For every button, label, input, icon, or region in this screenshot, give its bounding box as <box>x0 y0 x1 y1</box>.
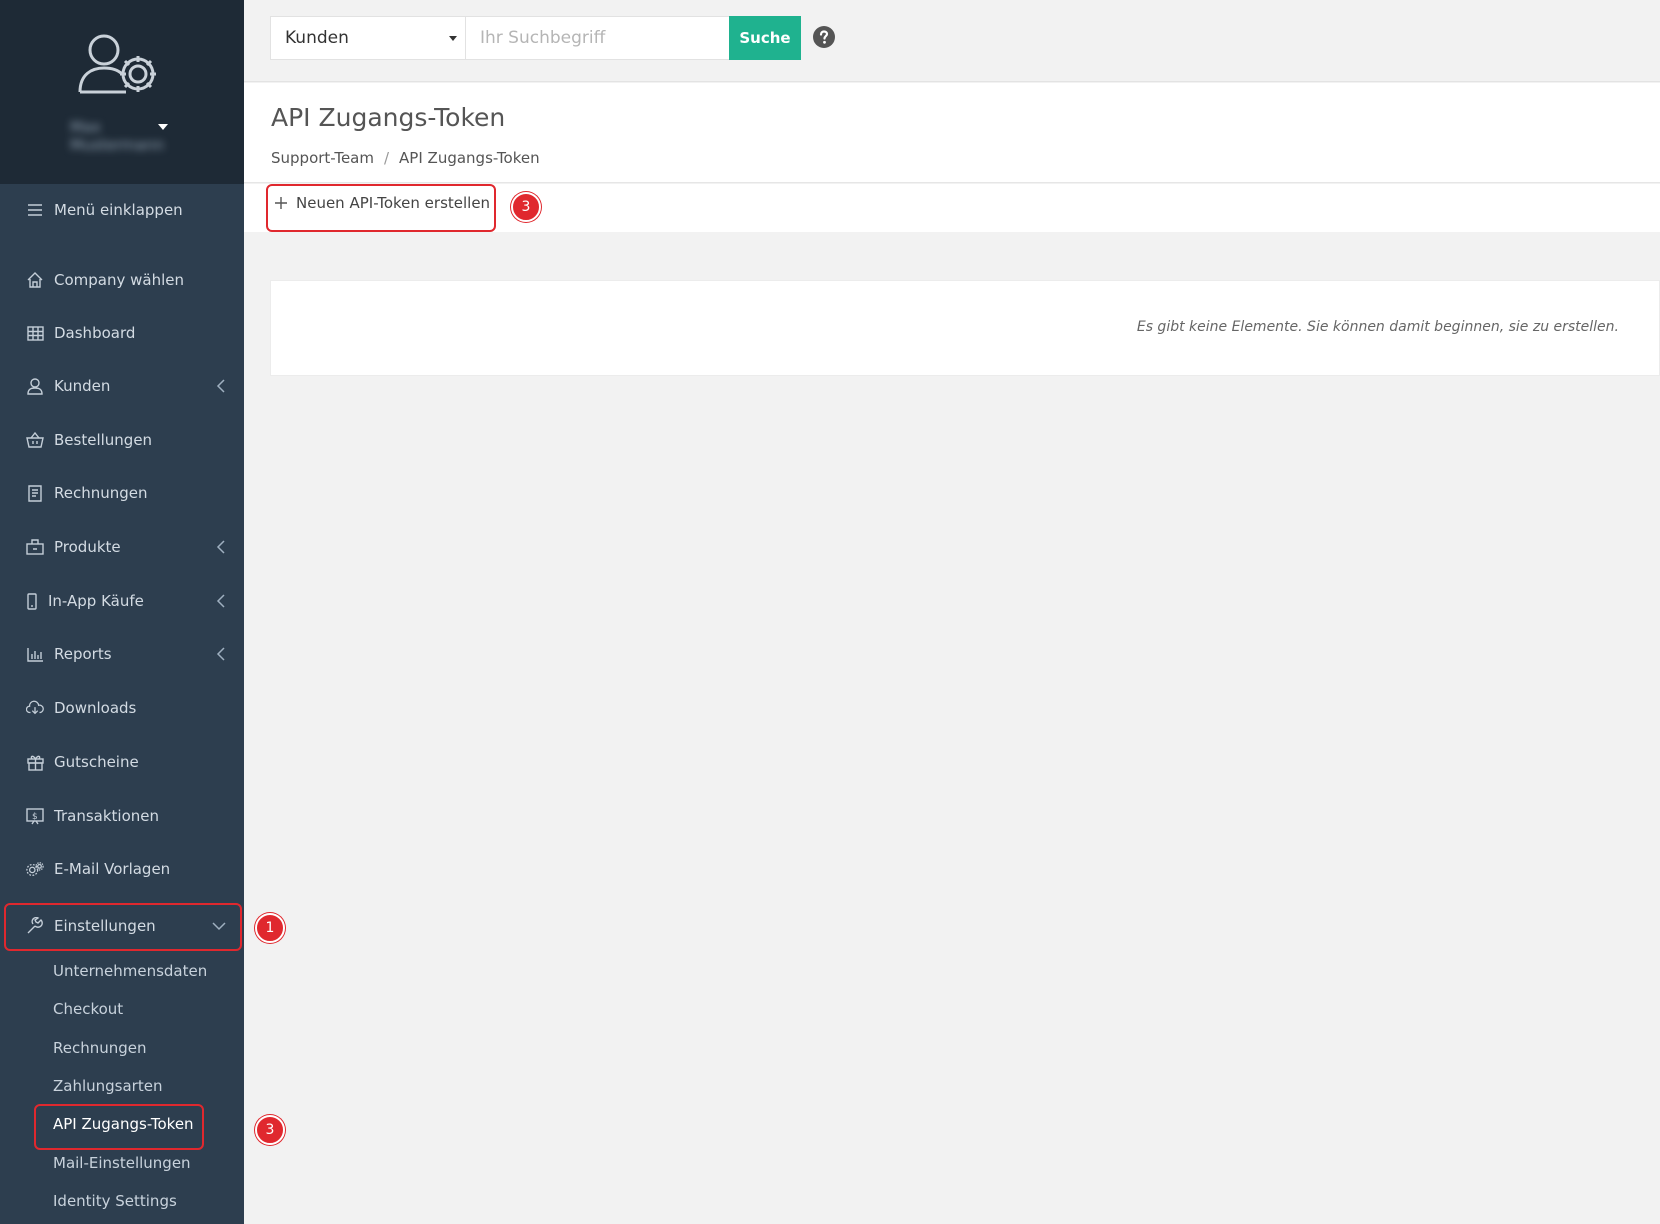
user-settings-icon <box>78 34 156 94</box>
sidebar-sub-mail-einstellungen[interactable]: Mail-Einstellungen <box>53 1149 191 1177</box>
sidebar-item-label: Gutscheine <box>54 753 139 771</box>
sidebar-item-label: In-App Käufe <box>48 592 144 610</box>
breadcrumb-separator: / <box>383 149 390 167</box>
chevron-left-icon <box>216 594 225 608</box>
sidebar-item-label: Transaktionen <box>54 807 159 825</box>
sidebar-item-label: Dashboard <box>54 324 136 342</box>
sidebar-collapse-label: Menü einklappen <box>54 201 183 219</box>
box-icon <box>26 538 44 556</box>
sidebar-item-email-vorlagen[interactable]: E-Mail Vorlagen <box>0 847 244 891</box>
sidebar-item-downloads[interactable]: Downloads <box>0 686 244 730</box>
svg-text:$: $ <box>32 812 38 822</box>
user-icon <box>26 377 44 395</box>
sidebar-header: Max Mustermann <box>0 0 244 184</box>
highlight-einstellungen <box>4 903 242 951</box>
breadcrumb-item[interactable]: Support-Team <box>271 149 374 167</box>
sidebar-sub-identity-settings[interactable]: Identity Settings <box>53 1187 177 1215</box>
page-title: API Zugangs-Token <box>271 103 506 132</box>
sidebar-item-label: Downloads <box>54 699 137 717</box>
search-input[interactable] <box>466 16 730 60</box>
search-category-select[interactable]: Kunden <box>270 16 466 60</box>
sidebar-item-label: Produkte <box>54 538 121 556</box>
sidebar-item-dashboard[interactable]: Dashboard <box>0 311 244 355</box>
dollar-screen-icon: $ <box>26 807 44 825</box>
sidebar-item-label: Company wählen <box>54 271 184 289</box>
help-icon[interactable] <box>812 25 836 49</box>
sidebar-item-label: E-Mail Vorlagen <box>54 860 171 878</box>
sidebar-item-company[interactable]: Company wählen <box>0 258 244 302</box>
empty-state-message: Es gibt keine Elemente. Sie können damit… <box>1136 319 1619 335</box>
sidebar-item-gutscheine[interactable]: Gutscheine <box>0 740 244 784</box>
search-category-value: Kunden <box>285 28 349 48</box>
token-list-panel: Es gibt keine Elemente. Sie können damit… <box>270 280 1660 376</box>
chevron-left-icon <box>216 647 225 661</box>
chevron-left-icon <box>216 379 225 393</box>
chevron-left-icon <box>216 540 225 554</box>
sidebar: Max Mustermann Menü einklappen Company w… <box>0 0 244 1224</box>
annotation-badge: 3 <box>255 1115 285 1145</box>
caret-down-icon <box>449 36 457 41</box>
sidebar-item-inapp[interactable]: In-App Käufe <box>0 579 244 623</box>
sidebar-collapse-toggle[interactable]: Menü einklappen <box>0 188 244 232</box>
topbar: Kunden Suche <box>244 0 1660 82</box>
phone-icon <box>26 592 38 610</box>
highlight-api-token-menu <box>34 1104 204 1150</box>
sidebar-sub-zahlungsarten[interactable]: Zahlungsarten <box>53 1072 162 1100</box>
annotation-badge: 3 <box>511 192 541 222</box>
sidebar-sub-rechnungen[interactable]: Rechnungen <box>53 1034 147 1062</box>
home-icon <box>26 271 44 289</box>
grid-icon <box>26 324 44 342</box>
cloud-download-icon <box>26 699 44 717</box>
sidebar-item-label: Reports <box>54 645 112 663</box>
search-button[interactable]: Suche <box>729 16 801 60</box>
receipt-icon <box>26 484 44 502</box>
hamburger-icon <box>26 201 44 219</box>
sidebar-item-kunden[interactable]: Kunden <box>0 364 244 408</box>
highlight-new-token-button <box>266 184 496 232</box>
gears-icon <box>26 860 44 878</box>
sidebar-item-transaktionen[interactable]: $ Transaktionen <box>0 794 244 838</box>
sidebar-item-label: Kunden <box>54 377 111 395</box>
basket-icon <box>26 431 44 449</box>
gift-icon <box>26 753 44 771</box>
bar-chart-icon <box>26 645 44 663</box>
page-header: API Zugangs-Token Support-Team / API Zugan… <box>244 83 1660 183</box>
sidebar-sub-checkout[interactable]: Checkout <box>53 995 123 1023</box>
sidebar-item-reports[interactable]: Reports <box>0 632 244 676</box>
sidebar-item-produkte[interactable]: Produkte <box>0 525 244 569</box>
breadcrumb: Support-Team / API Zugangs-Token <box>271 149 540 167</box>
sidebar-item-label: Bestellungen <box>54 431 153 449</box>
sidebar-item-bestellungen[interactable]: Bestellungen <box>0 418 244 462</box>
breadcrumb-item-current: API Zugangs-Token <box>399 149 540 167</box>
sidebar-sub-unternehmensdaten[interactable]: Unternehmensdaten <box>53 957 207 985</box>
annotation-badge: 1 <box>255 913 285 943</box>
user-dropdown-caret-icon[interactable] <box>158 124 168 130</box>
sidebar-item-rechnungen[interactable]: Rechnungen <box>0 471 244 515</box>
user-name[interactable]: Max Mustermann <box>70 118 164 154</box>
sidebar-item-label: Rechnungen <box>54 484 148 502</box>
